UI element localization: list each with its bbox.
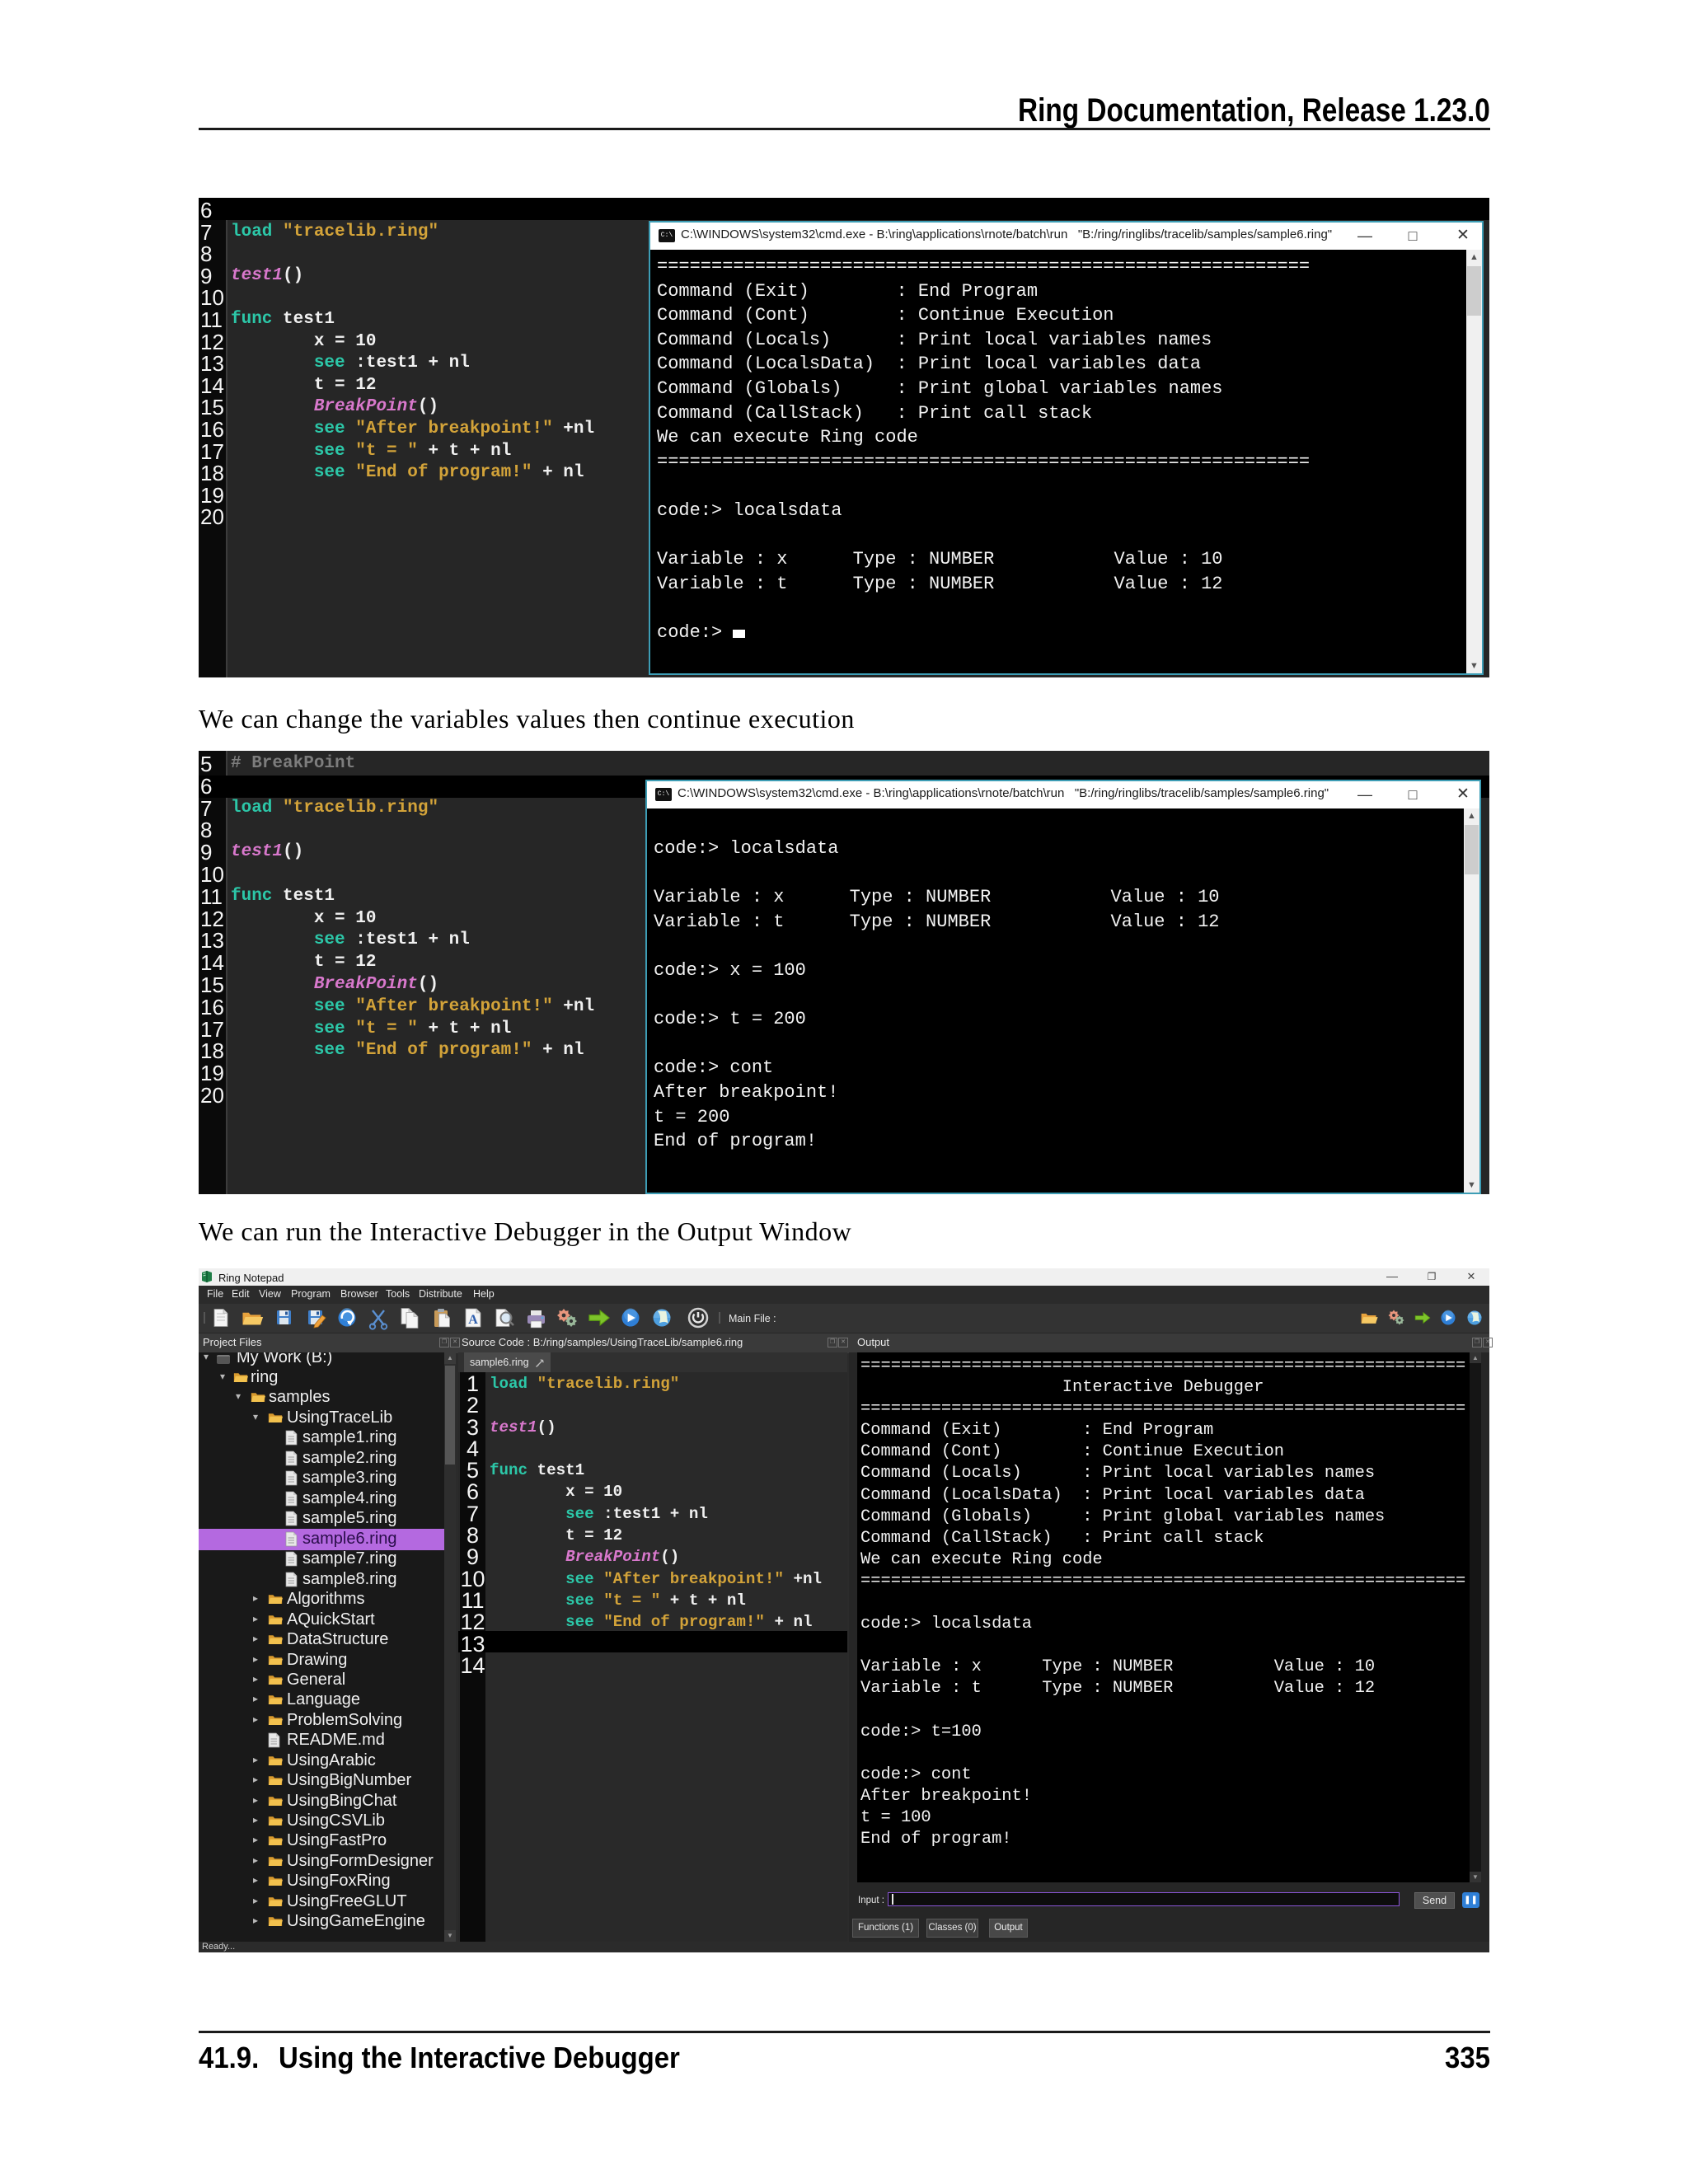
- svg-text:A: A: [468, 1313, 478, 1327]
